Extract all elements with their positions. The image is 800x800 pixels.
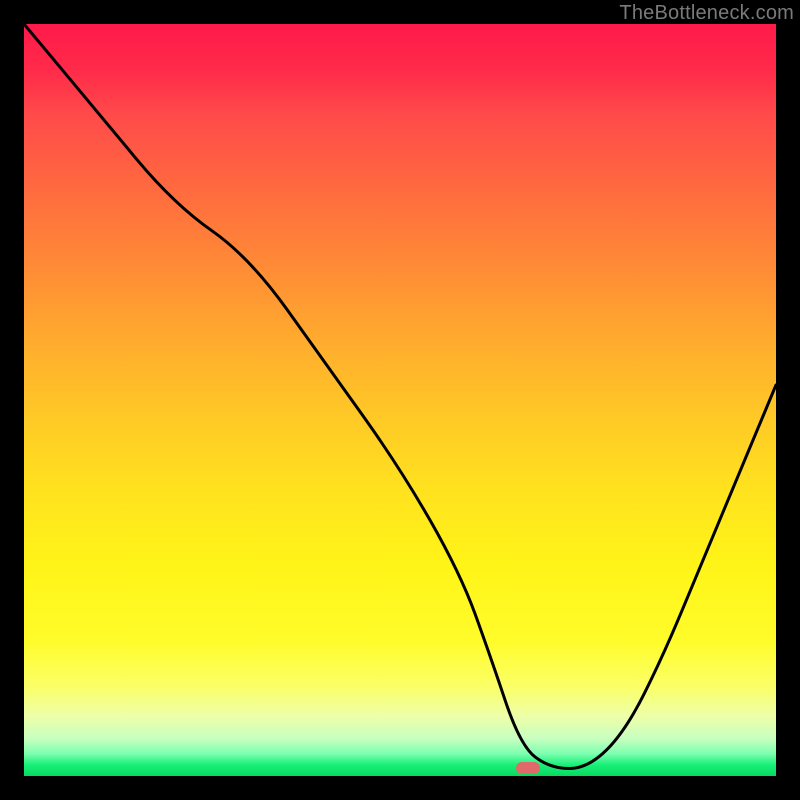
bottleneck-curve [24,24,776,769]
optimal-marker [516,762,540,774]
bottleneck-chart: TheBottleneck.com [0,0,800,800]
watermark-text: TheBottleneck.com [619,2,794,25]
curve-layer [24,24,776,776]
plot-area [24,24,776,776]
